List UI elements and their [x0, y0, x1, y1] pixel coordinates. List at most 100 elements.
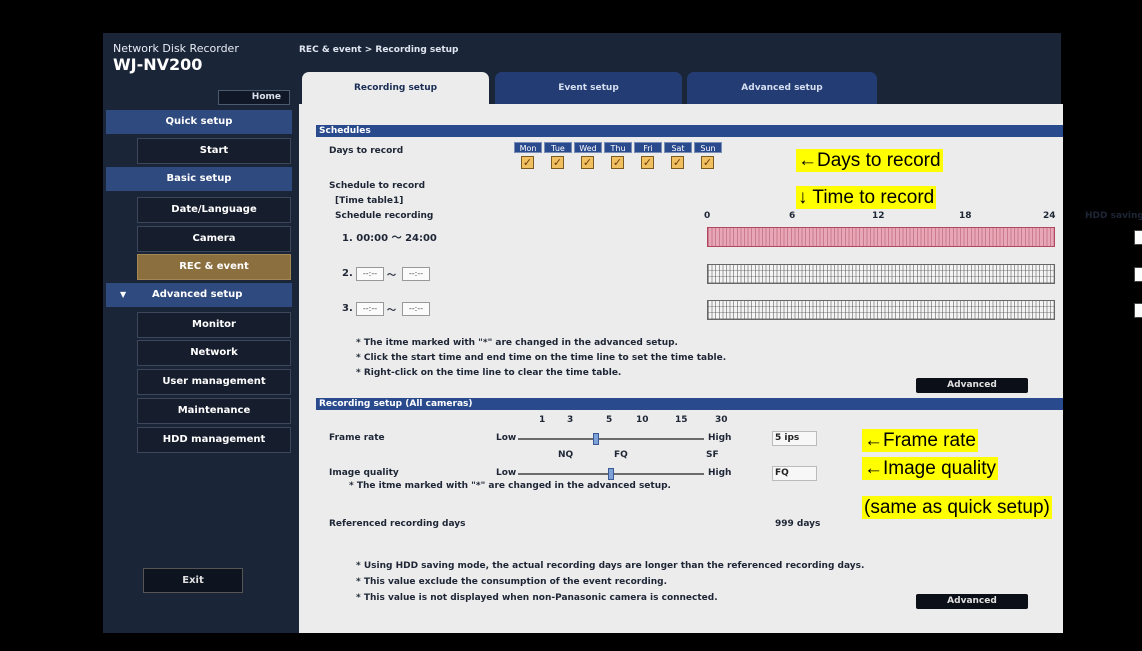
- fps-tick: 30: [715, 415, 728, 425]
- sidebar-item-maintenance[interactable]: Maintenance: [137, 398, 291, 424]
- annotation-same-as-quick-setup: (same as quick setup): [862, 496, 1052, 519]
- day-label: Fri: [634, 142, 662, 153]
- advanced-button-recording[interactable]: Advanced: [916, 594, 1028, 609]
- sidebar-section-basic-setup[interactable]: Basic setup: [106, 167, 292, 191]
- sidebar-item-start[interactable]: Start: [137, 138, 291, 164]
- day-label: Sun: [694, 142, 722, 153]
- image-quality-low-label: Low: [496, 468, 517, 478]
- time-table-label: [Time table1]: [335, 196, 404, 206]
- sidebar-item-monitor[interactable]: Monitor: [137, 312, 291, 338]
- day-tuesday: Tue: [544, 142, 572, 153]
- day-sunday: Sun: [694, 142, 722, 153]
- frame-rate-value: 5 ips: [772, 431, 817, 446]
- schedule-note-3: * Right-click on the time line to clear …: [356, 368, 622, 378]
- home-button[interactable]: Home: [218, 90, 290, 105]
- hour-tick-6: 6: [789, 211, 796, 221]
- days-to-record-label: Days to record: [329, 146, 404, 156]
- sidebar-item-rec-event[interactable]: REC & event: [137, 254, 291, 280]
- image-quality-high-label: High: [708, 468, 732, 478]
- recording-note: * The itme marked with "*" are changed i…: [349, 481, 671, 491]
- time-separator: 〜: [387, 271, 397, 281]
- time-separator: 〜: [387, 306, 397, 316]
- day-friday: Fri: [634, 142, 662, 153]
- day-saturday: Sat: [664, 142, 692, 153]
- day-label: Sat: [664, 142, 692, 153]
- quality-tick-sf: SF: [706, 450, 719, 460]
- start-time[interactable]: 00:00: [356, 233, 388, 244]
- sidebar-item-network[interactable]: Network: [137, 340, 291, 366]
- schedule-timeline-2[interactable]: [707, 264, 1055, 284]
- quality-tick-nq: NQ: [558, 450, 574, 460]
- recording-note-1: * Using HDD saving mode, the actual reco…: [356, 561, 865, 571]
- frame-rate-high-label: High: [708, 433, 732, 443]
- hdd-saving-mode-label: HDD saving mode: [1085, 211, 1142, 221]
- day-label: Mon: [514, 142, 542, 153]
- end-time-field-3[interactable]: --:--: [402, 302, 430, 316]
- recording-note-3: * This value is not displayed when non-P…: [356, 593, 718, 603]
- hour-tick-0: 0: [704, 211, 711, 221]
- row-number: 1.: [342, 233, 353, 244]
- recording-note-2: * This value exclude the consumption of …: [356, 577, 668, 587]
- sidebar-item-camera[interactable]: Camera: [137, 226, 291, 252]
- sidebar-section-quick-setup[interactable]: Quick setup: [106, 110, 292, 134]
- breadcrumb: REC & event > Recording setup: [299, 45, 459, 55]
- sidebar-item-user-management[interactable]: User management: [137, 369, 291, 395]
- schedule-row-2-num: 2.: [342, 268, 353, 279]
- day-checkbox-wed[interactable]: ✓: [581, 156, 594, 169]
- image-quality-slider-thumb[interactable]: [608, 468, 614, 480]
- quality-tick-fq: FQ: [614, 450, 628, 460]
- referenced-recording-days-label: Referenced recording days: [329, 519, 466, 529]
- sidebar-section-advanced-setup[interactable]: ▼ Advanced setup: [106, 283, 292, 307]
- start-time-field-2[interactable]: --:--: [356, 267, 384, 281]
- frame-rate-low-label: Low: [496, 433, 517, 443]
- tab-event-setup[interactable]: Event setup: [495, 72, 682, 108]
- schedule-note-2: * Click the start time and end time on t…: [356, 353, 727, 363]
- start-time-field-3[interactable]: --:--: [356, 302, 384, 316]
- image-quality-label: Image quality: [329, 468, 399, 478]
- fps-tick: 10: [636, 415, 649, 425]
- day-label: Wed: [574, 142, 602, 153]
- frame-rate-slider-thumb[interactable]: [593, 433, 600, 445]
- day-checkbox-mon[interactable]: ✓: [521, 156, 534, 169]
- frame-rate-slider[interactable]: [518, 433, 704, 445]
- time-separator: 〜: [391, 233, 402, 244]
- schedule-recording-label: Schedule recording: [335, 211, 434, 221]
- schedule-timeline-1[interactable]: [707, 227, 1055, 247]
- referenced-recording-days-value: 999 days: [775, 519, 821, 529]
- exit-button[interactable]: Exit: [143, 568, 243, 593]
- schedule-row-1-time: 1. 00:00 〜 24:00: [342, 229, 437, 244]
- hour-tick-24: 24: [1043, 211, 1056, 221]
- schedules-header: Schedules: [316, 125, 1063, 137]
- day-wednesday: Wed: [574, 142, 602, 153]
- day-checkbox-sat[interactable]: ✓: [671, 156, 684, 169]
- sidebar-section-label: Advanced setup: [152, 289, 243, 300]
- schedule-to-record-label: Schedule to record: [329, 181, 426, 191]
- image-quality-slider[interactable]: [518, 468, 704, 480]
- fps-tick: 5: [606, 415, 613, 425]
- advanced-button-schedules[interactable]: Advanced: [916, 378, 1028, 393]
- end-time-field-2[interactable]: --:--: [402, 267, 430, 281]
- hdd-saving-checkbox-1[interactable]: [1134, 230, 1142, 245]
- schedule-timeline-3[interactable]: [707, 300, 1055, 320]
- day-checkbox-sun[interactable]: ✓: [701, 156, 714, 169]
- sidebar-item-date-language[interactable]: Date/Language: [137, 197, 291, 223]
- sidebar-item-hdd-management[interactable]: HDD management: [137, 427, 291, 453]
- schedule-row-3-num: 3.: [342, 303, 353, 314]
- day-checkbox-tue[interactable]: ✓: [551, 156, 564, 169]
- tab-advanced-setup[interactable]: Advanced setup: [687, 72, 877, 108]
- fps-tick: 15: [675, 415, 688, 425]
- recorder-window: Network Disk Recorder WJ-NV200 REC & eve…: [103, 33, 1142, 633]
- model-name: WJ-NV200: [113, 55, 203, 74]
- hour-tick-18: 18: [959, 211, 972, 221]
- fps-tick: 3: [567, 415, 574, 425]
- tab-recording-setup[interactable]: Recording setup: [302, 72, 489, 108]
- day-checkbox-fri[interactable]: ✓: [641, 156, 654, 169]
- recording-setup-panel: Schedules Days to record Mon Tue Wed Thu…: [299, 104, 1142, 633]
- end-time[interactable]: 24:00: [405, 233, 437, 244]
- hdd-saving-checkbox-2[interactable]: [1134, 267, 1142, 282]
- day-thursday: Thu: [604, 142, 632, 153]
- hour-tick-12: 12: [872, 211, 885, 221]
- product-name: Network Disk Recorder: [113, 42, 239, 55]
- day-checkbox-thu[interactable]: ✓: [611, 156, 624, 169]
- hdd-saving-checkbox-3[interactable]: [1134, 303, 1142, 318]
